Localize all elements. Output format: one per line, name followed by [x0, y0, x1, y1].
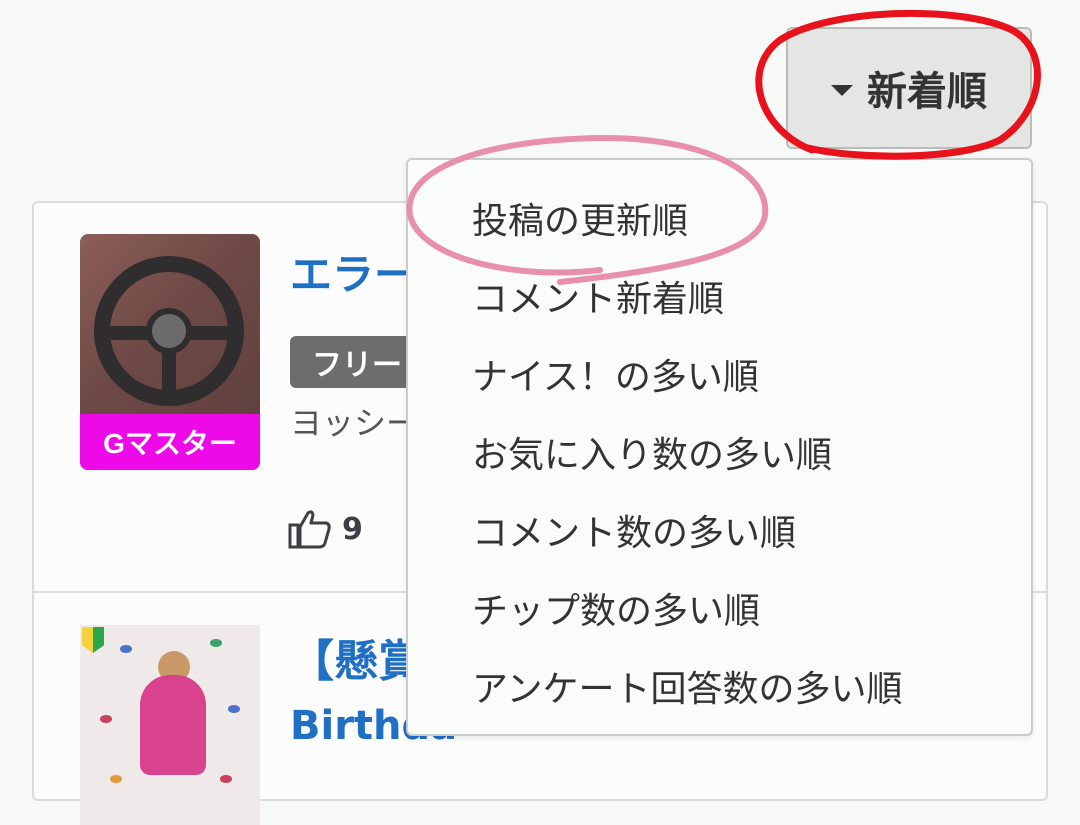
decoration-dot [100, 715, 112, 723]
post-title-link[interactable]: エラー [290, 241, 416, 302]
caret-down-icon [831, 84, 853, 96]
sort-button-label: 新着順 [867, 69, 987, 115]
sort-option-most-survey-answers[interactable]: アンケート回答数の多い順 [472, 660, 903, 712]
decoration-dot [110, 775, 122, 783]
user-rank-badge: Gマスター [80, 414, 260, 470]
sort-option-updated[interactable]: 投稿の更新順 [472, 192, 688, 244]
category-tag[interactable]: フリー [290, 336, 424, 388]
sort-option-most-comments[interactable]: コメント数の多い順 [472, 504, 796, 556]
like-count[interactable]: 9 [288, 509, 363, 549]
decoration-dot [120, 645, 132, 653]
wheel-hub [146, 308, 192, 354]
author-name[interactable]: ヨッシー [290, 398, 418, 444]
thumbs-up-icon [288, 510, 331, 549]
beginner-mark-icon [82, 627, 104, 653]
post-thumbnail[interactable]: Gマスター [80, 234, 260, 470]
post-thumbnail[interactable] [80, 625, 260, 825]
sort-options-menu: 投稿の更新順 コメント新着順 ナイス！の多い順 お気に入り数の多い順 コメント数… [406, 158, 1033, 736]
like-count-value: 9 [342, 511, 363, 547]
decoration-dot [210, 639, 222, 647]
sort-option-most-nice[interactable]: ナイス！の多い順 [472, 348, 759, 400]
thumbnail-figure-dress [140, 675, 206, 775]
decoration-dot [220, 775, 232, 783]
sort-option-most-tips[interactable]: チップ数の多い順 [472, 582, 760, 634]
sort-option-new-comments[interactable]: コメント新着順 [472, 270, 724, 322]
sort-option-most-favorites[interactable]: お気に入り数の多い順 [472, 426, 832, 478]
post-title-link[interactable]: 【懸賞 [290, 625, 422, 689]
wheel-spoke [162, 352, 176, 396]
sort-dropdown-button[interactable]: 新着順 [786, 27, 1032, 149]
decoration-dot [228, 705, 240, 713]
